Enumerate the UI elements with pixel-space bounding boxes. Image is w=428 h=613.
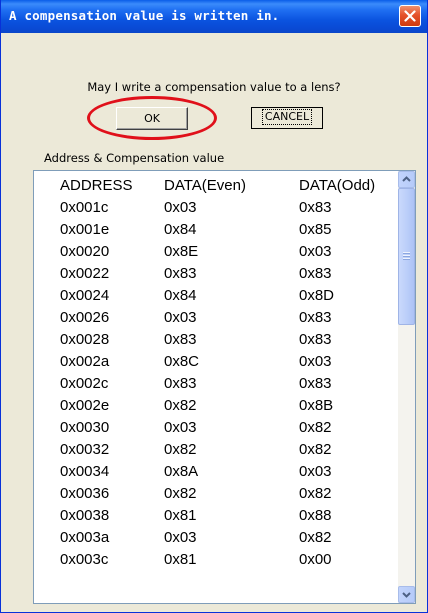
- arrow-down-icon: [402, 592, 411, 598]
- table-row[interactable]: 0x001c 0x03 0x83: [34, 197, 394, 219]
- address-cell: 0x002e: [60, 397, 110, 414]
- data-odd-cell: 0x82: [299, 529, 332, 546]
- compensation-listbox[interactable]: ADDRESS DATA(Even) DATA(Odd) 0x001c 0x03 0…: [33, 170, 416, 604]
- table-row[interactable]: 0x0032 0x82 0x82: [34, 439, 394, 461]
- data-even-cell: 0x83: [164, 265, 197, 282]
- confirmation-prompt: May I write a compensation value to a le…: [87, 80, 341, 94]
- table-row[interactable]: 0x0020 0x8E 0x03: [34, 241, 394, 263]
- address-cell: 0x003c: [60, 551, 109, 568]
- scroll-down-button[interactable]: [398, 586, 415, 603]
- arrow-up-icon: [402, 176, 411, 182]
- header-data-odd: DATA(Odd): [299, 177, 376, 194]
- data-even-cell: 0x03: [164, 529, 197, 546]
- data-even-cell: 0x82: [164, 441, 197, 458]
- data-odd-cell: 0x83: [299, 309, 332, 326]
- data-even-cell: 0x82: [164, 397, 197, 414]
- address-cell: 0x0022: [60, 265, 110, 282]
- table-row[interactable]: 0x002c 0x83 0x83: [34, 373, 394, 395]
- data-even-cell: 0x81: [164, 507, 197, 524]
- table-row[interactable]: 0x002a 0x8C 0x03: [34, 351, 394, 373]
- cancel-button-label: CANCEL: [261, 109, 313, 125]
- table-row[interactable]: 0x003c 0x81 0x00: [34, 549, 394, 571]
- data-odd-cell: 0x83: [299, 331, 332, 348]
- data-odd-cell: 0x00: [299, 551, 332, 568]
- data-even-cell: 0x83: [164, 331, 197, 348]
- data-odd-cell: 0x03: [299, 243, 332, 260]
- data-even-cell: 0x81: [164, 551, 197, 568]
- data-even-cell: 0x82: [164, 485, 197, 502]
- table-row[interactable]: 0x003a 0x03 0x82: [34, 527, 394, 549]
- listbox-rows: ADDRESS DATA(Even) DATA(Odd) 0x001c 0x03 0…: [34, 175, 394, 571]
- address-cell: 0x0034: [60, 463, 110, 480]
- data-odd-cell: 0x83: [299, 375, 332, 392]
- address-cell: 0x001c: [60, 199, 109, 216]
- data-odd-cell: 0x88: [299, 507, 332, 524]
- address-cell: 0x002c: [60, 375, 109, 392]
- list-caption: Address & Compensation value: [44, 151, 225, 165]
- table-row[interactable]: 0x0028 0x83 0x83: [34, 329, 394, 351]
- scrollbar-grip: [403, 252, 410, 260]
- header-row: ADDRESS DATA(Even) DATA(Odd): [34, 175, 394, 197]
- address-cell: 0x0028: [60, 331, 110, 348]
- scrollbar-thumb[interactable]: [398, 188, 415, 325]
- table-row[interactable]: 0x0034 0x8A 0x03: [34, 461, 394, 483]
- table-row[interactable]: 0x001e 0x84 0x85: [34, 219, 394, 241]
- data-even-cell: 0x8E: [164, 243, 199, 260]
- data-odd-cell: 0x8D: [299, 287, 335, 304]
- data-even-cell: 0x03: [164, 309, 197, 326]
- data-odd-cell: 0x8B: [299, 397, 334, 414]
- data-odd-cell: 0x82: [299, 441, 332, 458]
- table-row[interactable]: 0x0022 0x83 0x83: [34, 263, 394, 285]
- close-button[interactable]: [399, 5, 421, 27]
- data-odd-cell: 0x82: [299, 485, 332, 502]
- address-cell: 0x0032: [60, 441, 110, 458]
- scroll-up-button[interactable]: [398, 171, 415, 188]
- address-cell: 0x0024: [60, 287, 110, 304]
- table-row[interactable]: 0x0030 0x03 0x82: [34, 417, 394, 439]
- dialog-window: A compensation value is written in. May …: [0, 0, 428, 613]
- data-odd-cell: 0x82: [299, 419, 332, 436]
- header-data-even: DATA(Even): [164, 177, 246, 194]
- cancel-button[interactable]: CANCEL: [251, 107, 323, 129]
- window-title: A compensation value is written in.: [9, 8, 280, 23]
- close-icon: [404, 10, 416, 22]
- table-row[interactable]: 0x0026 0x03 0x83: [34, 307, 394, 329]
- data-odd-cell: 0x83: [299, 265, 332, 282]
- data-odd-cell: 0x03: [299, 353, 332, 370]
- address-cell: 0x0038: [60, 507, 110, 524]
- data-even-cell: 0x84: [164, 221, 197, 238]
- data-even-cell: 0x03: [164, 199, 197, 216]
- vertical-scrollbar[interactable]: [398, 171, 415, 603]
- data-even-cell: 0x03: [164, 419, 197, 436]
- table-row[interactable]: 0x0038 0x81 0x88: [34, 505, 394, 527]
- address-cell: 0x003a: [60, 529, 110, 546]
- address-cell: 0x0036: [60, 485, 110, 502]
- address-cell: 0x002a: [60, 353, 110, 370]
- address-cell: 0x001e: [60, 221, 110, 238]
- data-even-cell: 0x83: [164, 375, 197, 392]
- data-even-cell: 0x8C: [164, 353, 200, 370]
- table-row[interactable]: 0x0024 0x84 0x8D: [34, 285, 394, 307]
- data-even-cell: 0x84: [164, 287, 197, 304]
- data-odd-cell: 0x83: [299, 199, 332, 216]
- data-even-cell: 0x8A: [164, 463, 199, 480]
- address-cell: 0x0030: [60, 419, 110, 436]
- data-odd-cell: 0x85: [299, 221, 332, 238]
- red-highlight-circle: [87, 96, 217, 140]
- header-address: ADDRESS: [60, 177, 133, 194]
- address-cell: 0x0026: [60, 309, 110, 326]
- title-bar[interactable]: A compensation value is written in.: [1, 0, 427, 33]
- address-cell: 0x0020: [60, 243, 110, 260]
- table-row[interactable]: 0x002e 0x82 0x8B: [34, 395, 394, 417]
- data-odd-cell: 0x03: [299, 463, 332, 480]
- table-row[interactable]: 0x0036 0x82 0x82: [34, 483, 394, 505]
